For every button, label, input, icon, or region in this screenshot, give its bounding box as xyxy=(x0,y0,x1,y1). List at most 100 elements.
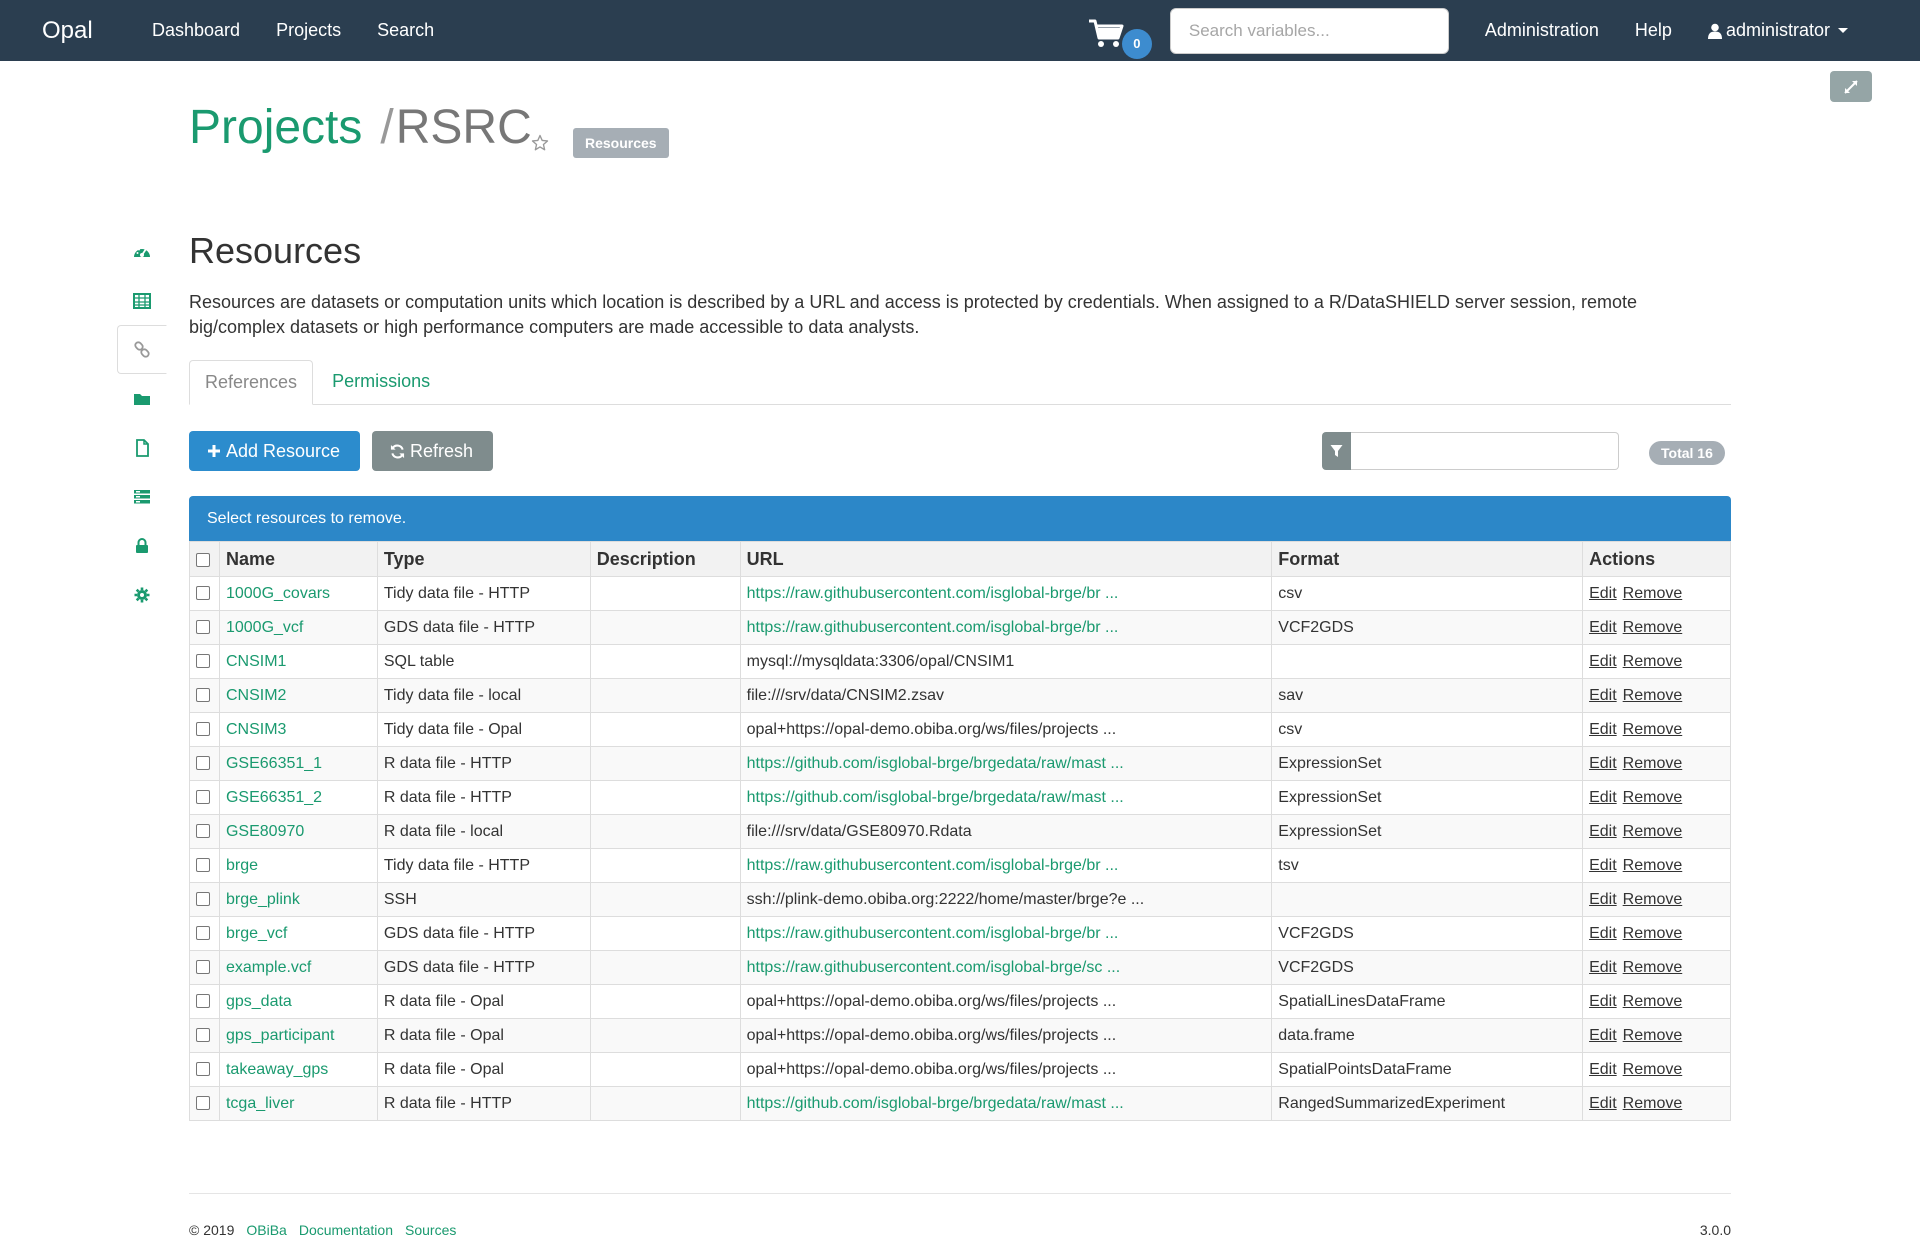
table-row[interactable]: GSE66351_1 R data file - HTTP https://gith… xyxy=(189,746,1731,781)
user-menu[interactable]: administrator xyxy=(1690,20,1920,41)
table-row[interactable]: example.vcf GDS data file - HTTP https://r… xyxy=(189,950,1731,985)
row-select-checkbox[interactable] xyxy=(196,756,210,771)
resource-url-link[interactable]: https://raw.githubusercontent.com/isglob… xyxy=(747,857,1119,874)
edit-link[interactable]: Edit xyxy=(1589,687,1617,704)
table-row[interactable]: takeaway_gps R data file - Opal opal+https… xyxy=(189,1052,1731,1087)
table-row[interactable]: brge_vcf GDS data file - HTTP https://raw.… xyxy=(189,916,1731,951)
remove-link[interactable]: Remove xyxy=(1623,1027,1683,1044)
remove-link[interactable]: Remove xyxy=(1623,585,1683,602)
nav-search[interactable]: Search xyxy=(359,20,452,41)
edit-link[interactable]: Edit xyxy=(1589,891,1617,908)
edit-link[interactable]: Edit xyxy=(1589,585,1617,602)
resource-name-link[interactable]: brge_vcf xyxy=(226,925,287,942)
resource-name-link[interactable]: GSE66351_1 xyxy=(226,755,322,772)
column-header-type[interactable]: Type xyxy=(376,541,591,577)
nav-administration[interactable]: Administration xyxy=(1467,20,1617,41)
fullscreen-button[interactable] xyxy=(1830,71,1872,102)
table-row[interactable]: gps_data R data file - Opal opal+https://o… xyxy=(189,984,1731,1019)
row-select-checkbox[interactable] xyxy=(196,858,210,873)
resource-name-link[interactable]: example.vcf xyxy=(226,959,311,976)
select-all-checkbox[interactable] xyxy=(196,552,210,567)
remove-link[interactable]: Remove xyxy=(1623,857,1683,874)
sidebar-item-administration[interactable] xyxy=(117,570,167,619)
edit-link[interactable]: Edit xyxy=(1589,857,1617,874)
row-select-checkbox[interactable] xyxy=(196,926,210,941)
row-select-checkbox[interactable] xyxy=(196,1096,210,1111)
nav-help[interactable]: Help xyxy=(1617,20,1690,41)
row-select-checkbox[interactable] xyxy=(196,586,210,601)
sidebar-item-tables[interactable] xyxy=(117,276,167,325)
table-row[interactable]: GSE80970 R data file - local file:///srv/d… xyxy=(189,814,1731,849)
footer-documentation-link[interactable]: Documentation xyxy=(299,1222,393,1238)
resource-url-link[interactable]: https://github.com/isglobal-brge/brgedat… xyxy=(747,755,1124,772)
row-select-checkbox[interactable] xyxy=(196,688,210,703)
resource-name-link[interactable]: GSE80970 xyxy=(226,823,304,840)
column-header-description[interactable]: Description xyxy=(589,541,741,577)
table-row[interactable]: brge_plink SSH ssh://plink-demo.obiba.org:… xyxy=(189,882,1731,917)
table-row[interactable]: 1000G_vcf GDS data file - HTTP https://raw… xyxy=(189,610,1731,645)
row-select-checkbox[interactable] xyxy=(196,824,210,839)
edit-link[interactable]: Edit xyxy=(1589,1061,1617,1078)
edit-link[interactable]: Edit xyxy=(1589,619,1617,636)
sidebar-item-files[interactable] xyxy=(117,374,167,423)
star-icon[interactable] xyxy=(531,134,549,152)
sidebar-item-resources[interactable] xyxy=(117,325,167,374)
column-header-format[interactable]: Format xyxy=(1271,541,1584,577)
row-select-checkbox[interactable] xyxy=(196,620,210,635)
remove-link[interactable]: Remove xyxy=(1623,891,1683,908)
table-row[interactable]: tcga_liver R data file - HTTP https://gith… xyxy=(189,1086,1731,1121)
edit-link[interactable]: Edit xyxy=(1589,993,1617,1010)
remove-link[interactable]: Remove xyxy=(1623,993,1683,1010)
brand-logo[interactable]: Opal xyxy=(42,17,134,45)
row-select-checkbox[interactable] xyxy=(196,960,210,975)
table-row[interactable]: brge Tidy data file - HTTP https://raw.git… xyxy=(189,848,1731,883)
edit-link[interactable]: Edit xyxy=(1589,959,1617,976)
table-row[interactable]: GSE66351_2 R data file - HTTP https://gith… xyxy=(189,780,1731,815)
edit-link[interactable]: Edit xyxy=(1589,755,1617,772)
row-select-checkbox[interactable] xyxy=(196,654,210,669)
row-select-checkbox[interactable] xyxy=(196,1062,210,1077)
resource-url-link[interactable]: https://github.com/isglobal-brge/brgedat… xyxy=(747,789,1124,806)
resource-name-link[interactable]: tcga_liver xyxy=(226,1095,294,1112)
row-select-checkbox[interactable] xyxy=(196,1028,210,1043)
remove-link[interactable]: Remove xyxy=(1623,653,1683,670)
tab-permissions[interactable]: Permissions xyxy=(317,360,445,405)
row-select-checkbox[interactable] xyxy=(196,790,210,805)
footer-obiba-link[interactable]: OBiBa xyxy=(246,1222,286,1238)
resource-name-link[interactable]: CNSIM2 xyxy=(226,687,286,704)
resource-url-link[interactable]: https://raw.githubusercontent.com/isglob… xyxy=(747,619,1119,636)
remove-link[interactable]: Remove xyxy=(1623,721,1683,738)
edit-link[interactable]: Edit xyxy=(1589,789,1617,806)
remove-link[interactable]: Remove xyxy=(1623,687,1683,704)
breadcrumb-projects[interactable]: Projects xyxy=(189,100,362,155)
remove-link[interactable]: Remove xyxy=(1623,823,1683,840)
table-row[interactable]: CNSIM2 Tidy data file - local file:///srv/… xyxy=(189,678,1731,713)
resource-name-link[interactable]: 1000G_covars xyxy=(226,585,330,602)
resource-url-link[interactable]: https://raw.githubusercontent.com/isglob… xyxy=(747,925,1119,942)
resource-name-link[interactable]: GSE66351_2 xyxy=(226,789,322,806)
resource-name-link[interactable]: CNSIM1 xyxy=(226,653,286,670)
resource-url-link[interactable]: https://github.com/isglobal-brge/brgedat… xyxy=(747,1095,1124,1112)
row-select-checkbox[interactable] xyxy=(196,994,210,1009)
footer-sources-link[interactable]: Sources xyxy=(405,1222,456,1238)
tab-references[interactable]: References xyxy=(189,360,314,405)
row-select-checkbox[interactable] xyxy=(196,892,210,907)
remove-link[interactable]: Remove xyxy=(1623,1095,1683,1112)
refresh-button[interactable]: Refresh xyxy=(372,431,493,471)
edit-link[interactable]: Edit xyxy=(1589,1027,1617,1044)
table-row[interactable]: gps_participant R data file - Opal opal+ht… xyxy=(189,1018,1731,1053)
remove-link[interactable]: Remove xyxy=(1623,959,1683,976)
table-row[interactable]: CNSIM1 SQL table mysql://mysqldata:3306/op… xyxy=(189,644,1731,679)
edit-link[interactable]: Edit xyxy=(1589,721,1617,738)
search-variables-input[interactable] xyxy=(1169,7,1449,54)
nav-dashboard[interactable]: Dashboard xyxy=(134,20,258,41)
resource-name-link[interactable]: gps_participant xyxy=(226,1027,335,1044)
table-row[interactable]: 1000G_covars Tidy data file - HTTP https:/… xyxy=(189,576,1731,611)
row-select-checkbox[interactable] xyxy=(196,722,210,737)
resource-name-link[interactable]: gps_data xyxy=(226,993,292,1010)
sidebar-item-tasks[interactable] xyxy=(117,472,167,521)
cart-button[interactable]: 0 xyxy=(1088,11,1158,59)
edit-link[interactable]: Edit xyxy=(1589,653,1617,670)
resource-url-link[interactable]: https://raw.githubusercontent.com/isglob… xyxy=(747,585,1119,602)
resource-name-link[interactable]: brge xyxy=(226,857,258,874)
